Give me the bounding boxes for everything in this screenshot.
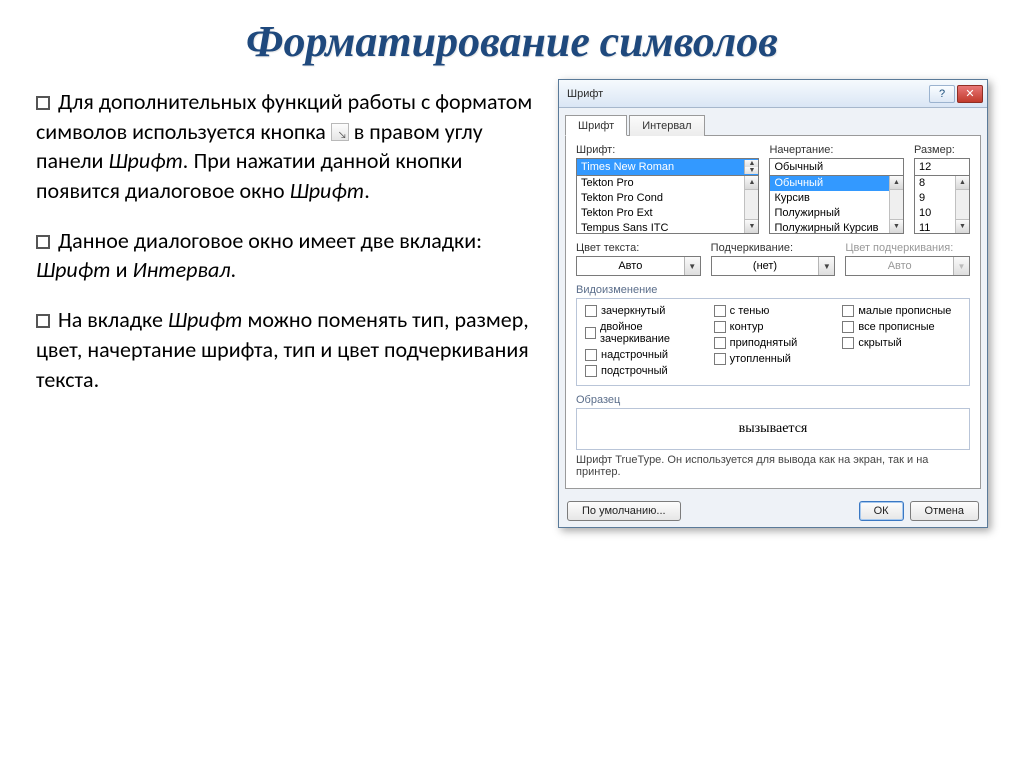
cb-engrave[interactable]: утопленный [714, 353, 833, 365]
style-input[interactable]: Обычный [769, 158, 904, 176]
text-italic: Шрифт [168, 306, 243, 333]
text-italic: Шрифт [290, 177, 365, 204]
ok-button[interactable]: ОК [859, 501, 904, 521]
hint-text: Шрифт TrueType. Он используется для выво… [576, 454, 970, 478]
scrollbar[interactable]: ▲▼ [744, 176, 758, 233]
font-dialog: Шрифт ? ✕ Шрифт Интервал Шрифт: Times Ne… [558, 79, 988, 528]
cb-all-caps[interactable]: все прописные [842, 321, 961, 333]
text: . [364, 177, 370, 204]
cb-hidden[interactable]: скрытый [842, 337, 961, 349]
bullet-icon [36, 235, 50, 249]
effects-legend: Видоизменение [576, 284, 970, 296]
underline-color-label: Цвет подчеркивания: [845, 242, 970, 254]
help-button[interactable]: ? [929, 85, 955, 103]
description-text: Для дополнительных функций работы с форм… [36, 79, 558, 528]
style-listbox[interactable]: Обычный Курсив Полужирный Полужирный Кур… [769, 176, 904, 234]
sample-legend: Образец [576, 394, 970, 406]
tab-interval[interactable]: Интервал [629, 115, 704, 136]
cb-strikethrough[interactable]: зачеркнутый [585, 305, 704, 317]
size-label: Размер: [914, 144, 970, 156]
text: Данное диалоговое окно имеет две вкладки… [58, 227, 482, 254]
text: На вкладке [58, 306, 168, 333]
tab-font[interactable]: Шрифт [565, 115, 627, 136]
scrollbar[interactable]: ▲▼ [955, 176, 969, 233]
underline-dropdown[interactable]: (нет)▼ [711, 256, 836, 276]
scrollbar[interactable]: ▲▼ [889, 176, 903, 233]
underline-color-dropdown: Авто▼ [845, 256, 970, 276]
font-color-dropdown[interactable]: Авто▼ [576, 256, 701, 276]
text-italic: Шрифт [36, 256, 111, 283]
cb-outline[interactable]: контур [714, 321, 833, 333]
dialog-title: Шрифт [567, 88, 927, 100]
cb-shadow[interactable]: с тенью [714, 305, 833, 317]
cb-double-strike[interactable]: двойное зачеркивание [585, 321, 704, 345]
bullet-icon [36, 314, 50, 328]
preview-box: вызывается [576, 408, 970, 450]
cancel-button[interactable]: Отмена [910, 501, 979, 521]
text: и [111, 256, 133, 283]
cb-superscript[interactable]: надстрочный [585, 349, 704, 361]
text-italic: Интервал [132, 256, 230, 283]
cb-subscript[interactable]: подстрочный [585, 365, 704, 377]
default-button[interactable]: По умолчанию... [567, 501, 681, 521]
bullet-icon [36, 96, 50, 110]
close-button[interactable]: ✕ [957, 85, 983, 103]
font-input[interactable]: Times New Roman ▲▼ [576, 158, 759, 176]
text: . [231, 256, 237, 283]
font-listbox[interactable]: Tekton Pro Tekton Pro Cond Tekton Pro Ex… [576, 176, 759, 234]
size-listbox[interactable]: 8 9 10 11 12 ▲▼ [914, 176, 970, 234]
dialog-launcher-icon [331, 123, 349, 141]
font-label: Шрифт: [576, 144, 759, 156]
style-label: Начертание: [769, 144, 904, 156]
underline-label: Подчеркивание: [711, 242, 836, 254]
text-italic: Шрифт. [108, 147, 188, 174]
size-input[interactable]: 12 [914, 158, 970, 176]
cb-emboss[interactable]: приподнятый [714, 337, 833, 349]
cb-small-caps[interactable]: малые прописные [842, 305, 961, 317]
color-label: Цвет текста: [576, 242, 701, 254]
page-title: Форматирование символов [0, 16, 1024, 67]
